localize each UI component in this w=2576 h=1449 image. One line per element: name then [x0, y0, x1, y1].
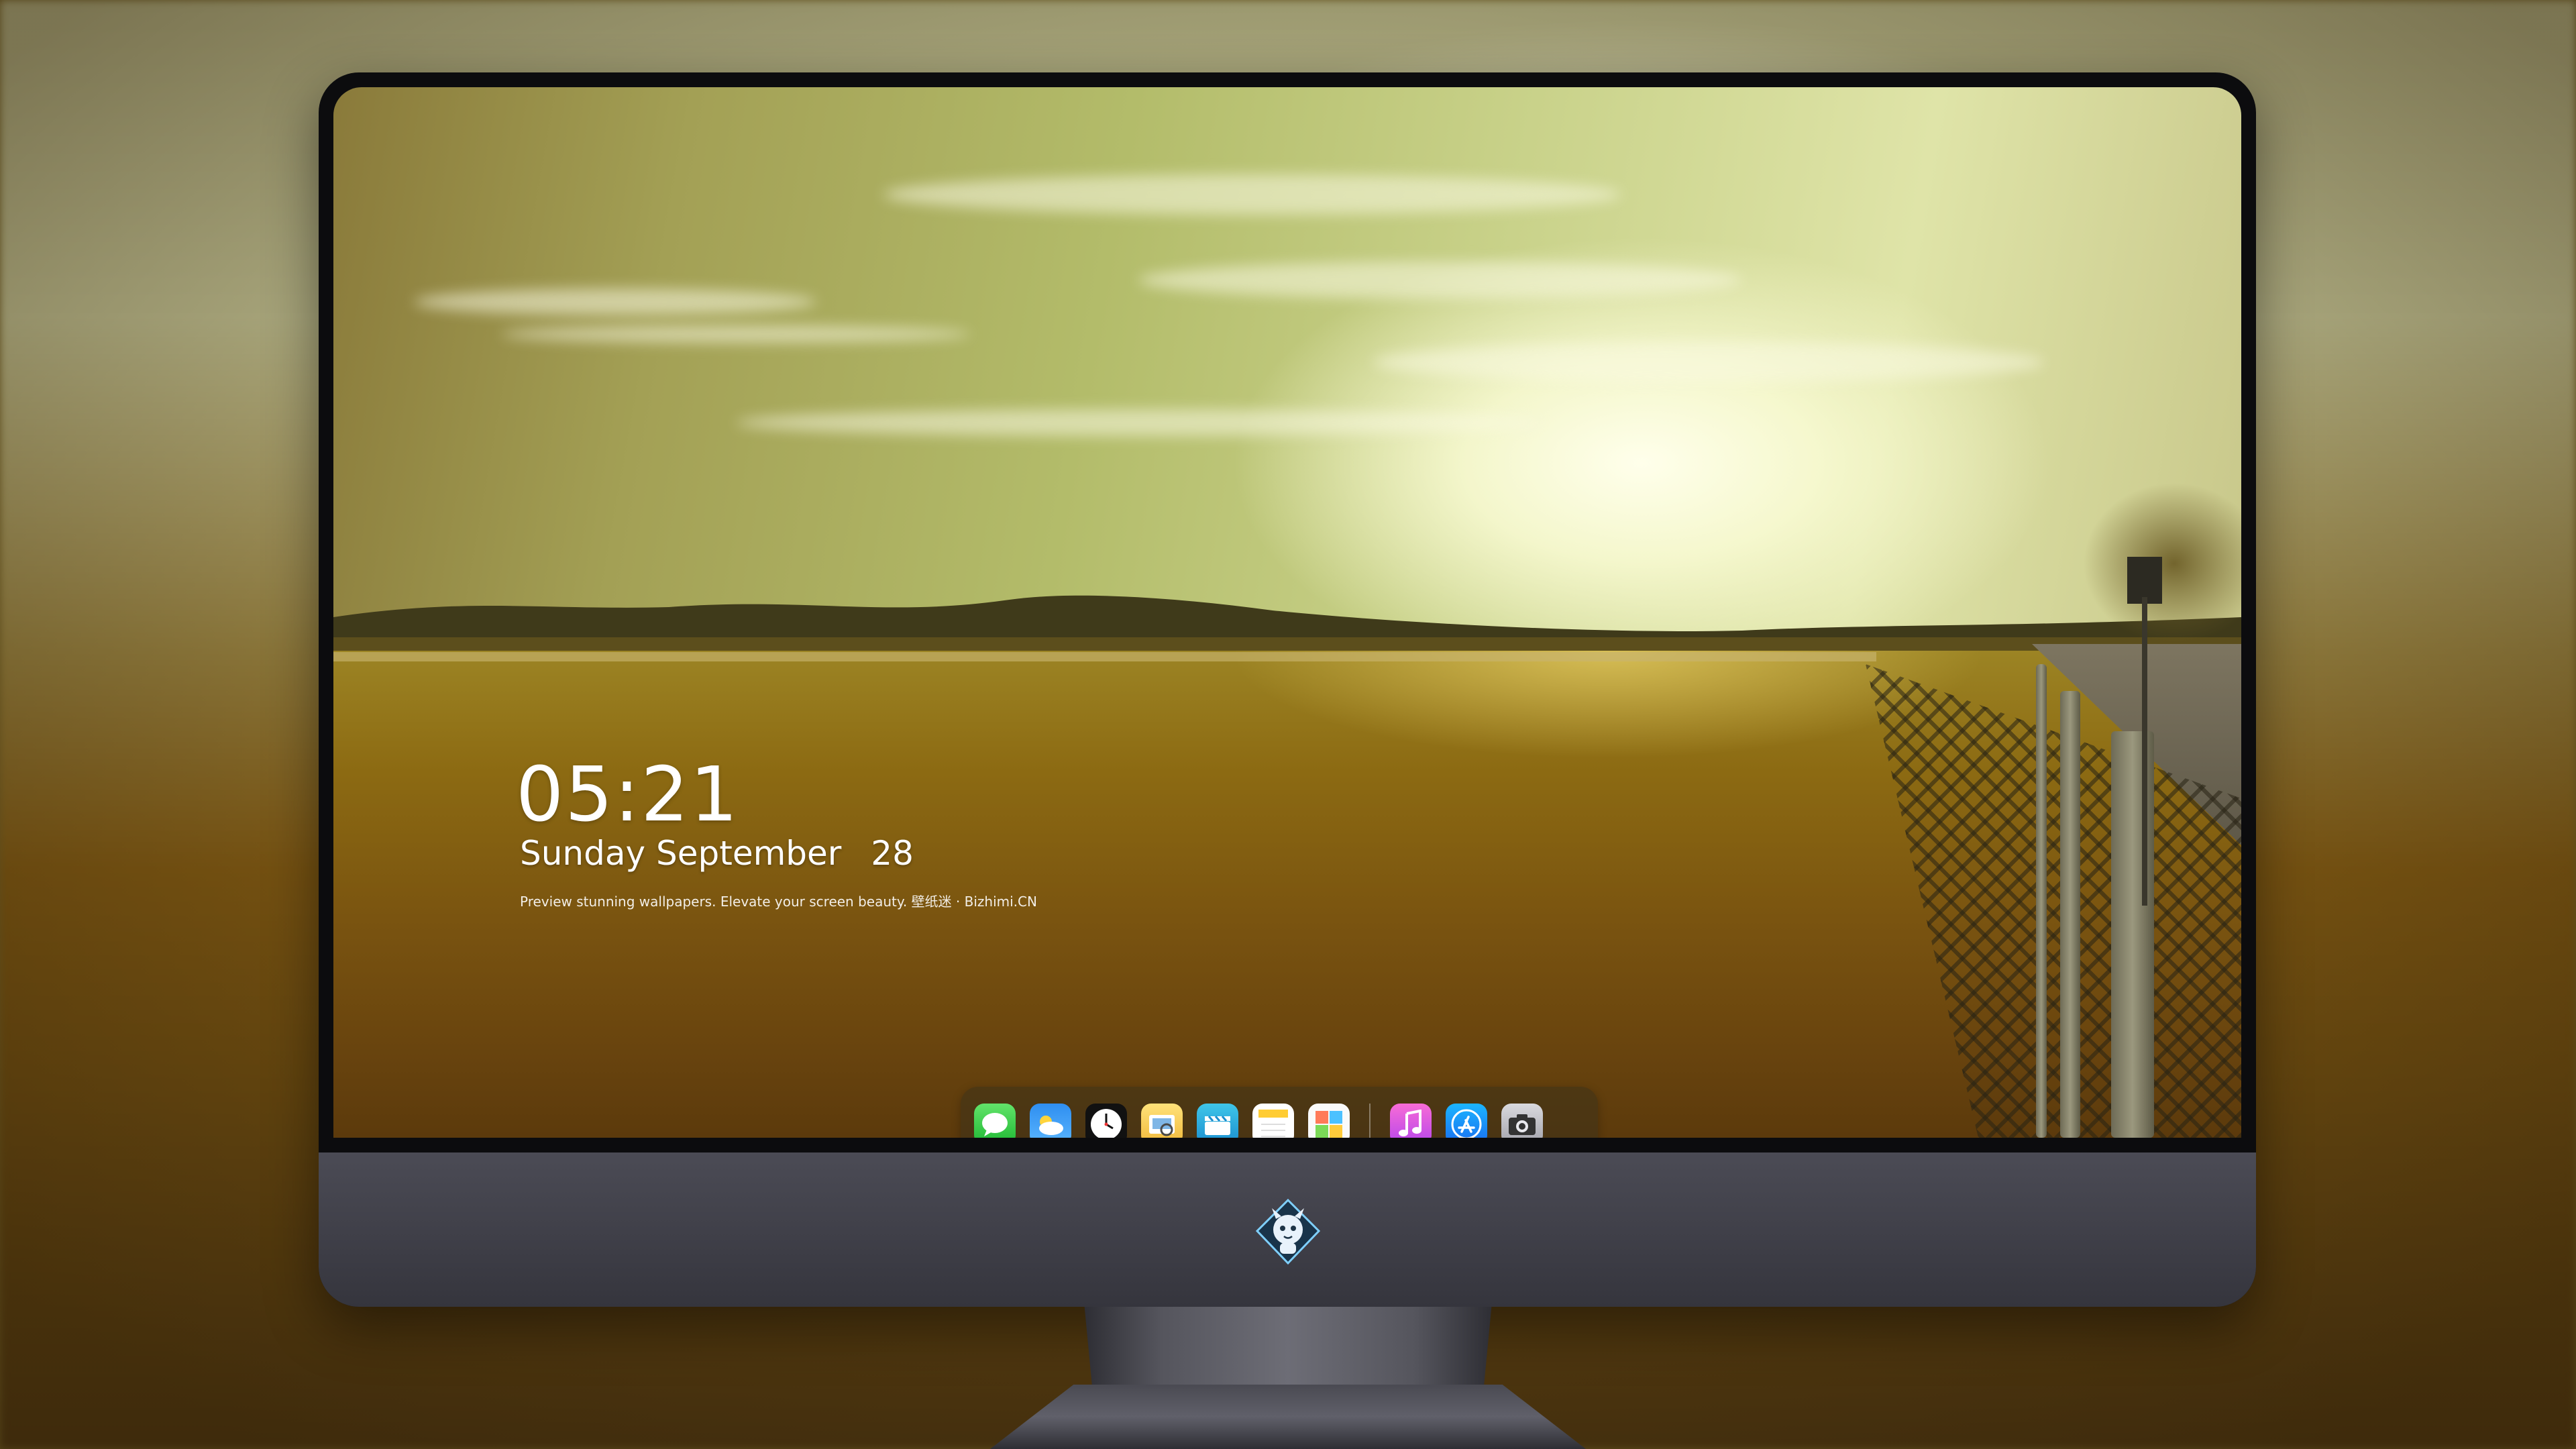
date-weekday: Sunday: [520, 834, 646, 873]
notes-icon: [1258, 1110, 1288, 1137]
camera-icon: [1509, 1114, 1536, 1135]
dock-app-weather[interactable]: [1030, 1104, 1071, 1138]
cloud-icon: [1039, 1116, 1063, 1135]
road-sign-pole: [2142, 597, 2147, 906]
dock-app-preview[interactable]: [1141, 1104, 1183, 1138]
clock-icon: [1091, 1109, 1122, 1138]
dock: [961, 1087, 1598, 1138]
dock-app-messages[interactable]: [974, 1104, 1016, 1138]
monitor-stand-neck: [1084, 1307, 1492, 1395]
fence-post: [2060, 691, 2080, 1138]
clapperboard-icon: [1205, 1116, 1230, 1135]
dock-app-store[interactable]: [1446, 1104, 1487, 1138]
monitor: 05:21 Sunday September 28 Preview stunni…: [319, 72, 2256, 1307]
lockscreen-date: Sunday September 28: [520, 834, 914, 873]
screen: 05:21 Sunday September 28 Preview stunni…: [333, 87, 2241, 1138]
dock-app-camera[interactable]: [1501, 1104, 1543, 1138]
photo-grid-icon: [1316, 1111, 1342, 1138]
monitor-stand-base: [990, 1385, 1586, 1449]
date-day: 28: [871, 834, 914, 873]
message-bubble-icon: [982, 1113, 1008, 1136]
fence-post: [2036, 664, 2047, 1138]
wallpaper-trees: [2000, 463, 2241, 664]
wallpaper-hills: [333, 595, 2241, 657]
fence-post: [2111, 731, 2154, 1138]
dock-separator: [1369, 1104, 1371, 1138]
dock-app-notes[interactable]: [1252, 1104, 1294, 1138]
app-store-icon: [1451, 1109, 1482, 1138]
dock-app-gallery[interactable]: [1308, 1104, 1350, 1138]
wallpaper-runway: [333, 652, 1876, 661]
date-month: September: [656, 834, 842, 873]
image-viewer-icon: [1149, 1115, 1175, 1136]
dock-app-music[interactable]: [1390, 1104, 1432, 1138]
dock-app-clock[interactable]: [1085, 1104, 1127, 1138]
dragon-mascot-icon: [1255, 1199, 1321, 1265]
lockscreen-clock: 05:21: [516, 751, 739, 839]
music-note-icon: [1399, 1110, 1421, 1136]
lockscreen-tagline: Preview stunning wallpapers. Elevate you…: [520, 894, 1037, 910]
dock-app-clips[interactable]: [1197, 1104, 1238, 1138]
